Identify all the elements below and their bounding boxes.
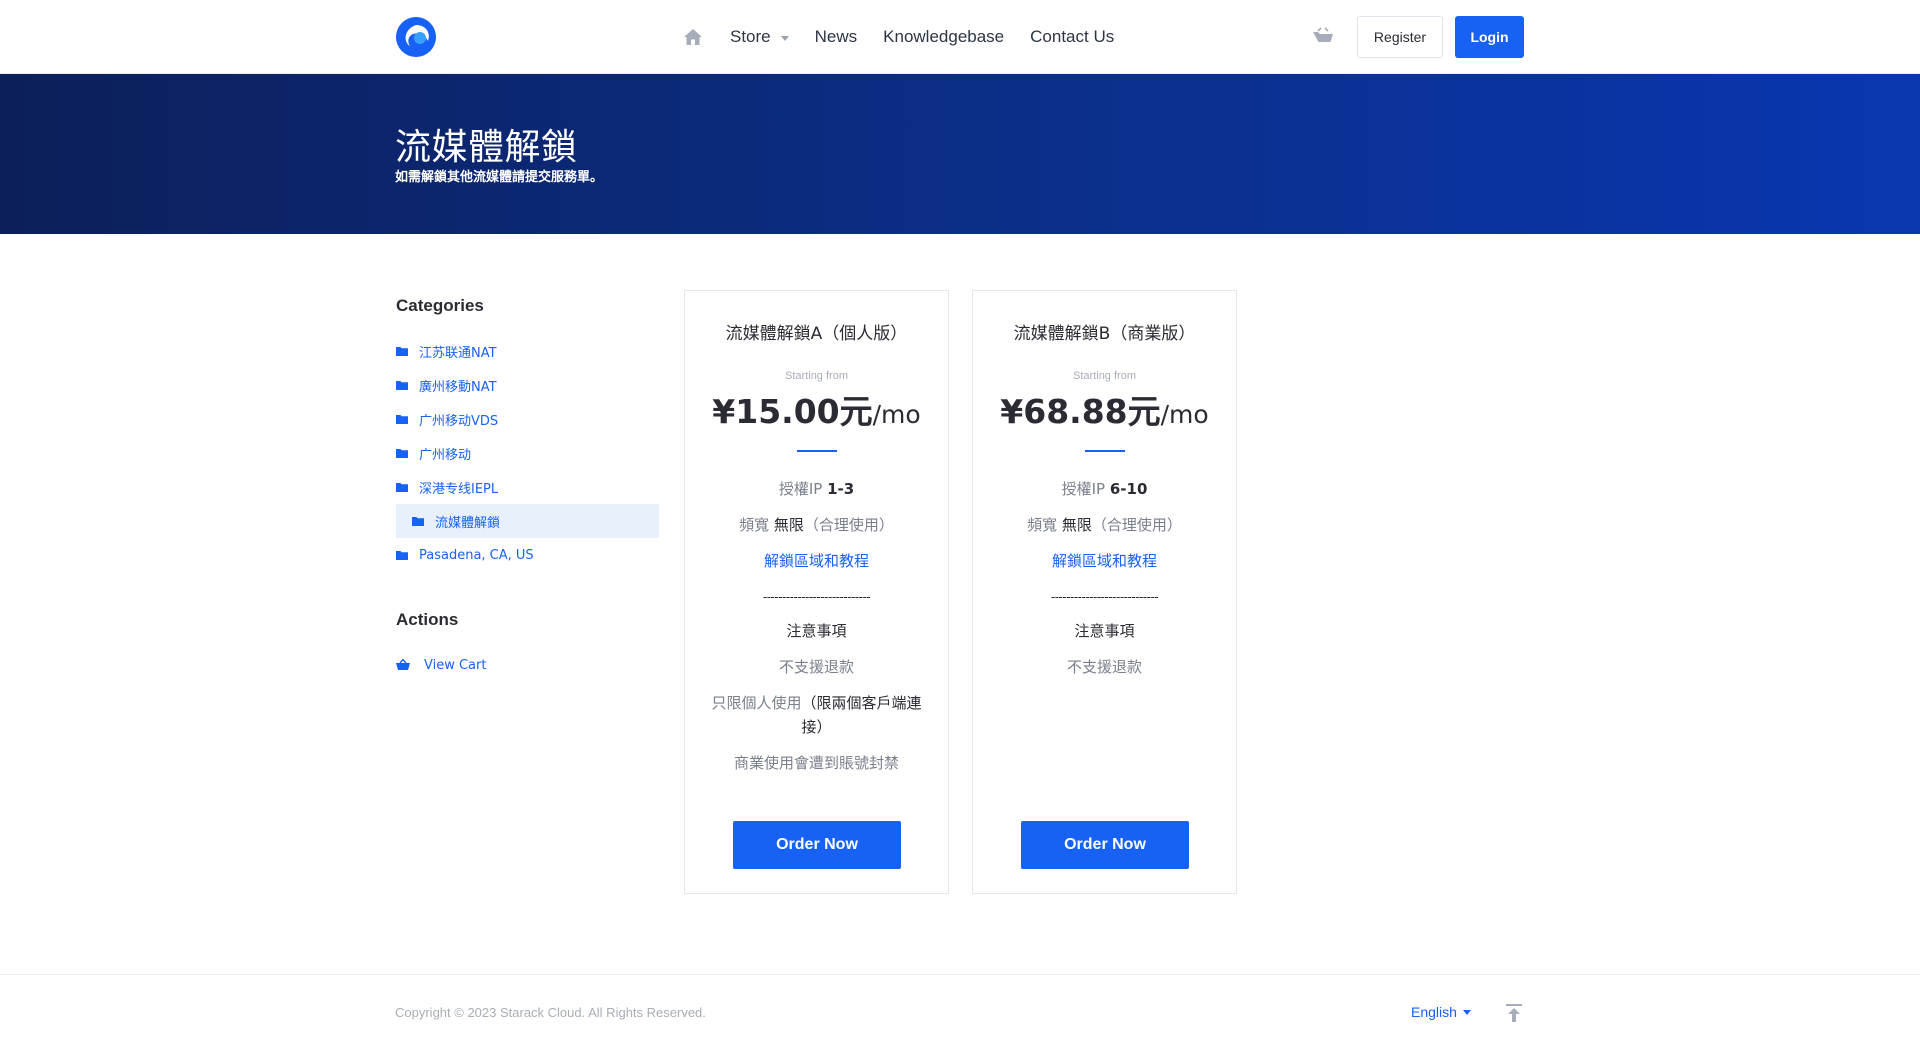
feature-bw-label: 頻寬 (1027, 516, 1058, 534)
page-banner: 流媒體解鎖 如需解鎖其他流媒體請提交服務單。 (0, 74, 1920, 234)
feature-bw-value: 無限 (1061, 516, 1092, 534)
sidebar-item-category[interactable]: 广州移动VDS (396, 402, 659, 436)
page-title: 流媒體解鎖 (395, 127, 578, 168)
folder-icon (412, 517, 424, 526)
sidebar-item-label: View Cart (424, 657, 487, 673)
starting-from-label: Starting from (785, 370, 848, 382)
note-commercial-ban: 商業使用會遭到賬號封禁 (733, 754, 899, 772)
sidebar-item-label: Pasadena, CA, US (419, 547, 534, 563)
sidebar-item-label: 广州移动VDS (419, 413, 499, 429)
region-tutorial-link[interactable]: 解鎖區域和教程 (685, 549, 948, 573)
sidebar-item-category[interactable]: 广州移动 (396, 436, 659, 470)
folder-icon (396, 551, 408, 560)
order-now-button[interactable]: Order Now (733, 821, 901, 869)
page-subtitle: 如需解鎖其他流媒體請提交服務單。 (395, 170, 604, 185)
feature-separator: ---------------------------- (1050, 590, 1159, 604)
login-button[interactable]: Login (1455, 16, 1524, 58)
language-label: English (1411, 1004, 1457, 1020)
price-cycle: /mo (872, 400, 921, 429)
chevron-down-icon (1462, 1009, 1471, 1015)
sidebar-item-label: 深港专线IEPL (419, 481, 499, 497)
actions-heading: Actions (396, 610, 459, 629)
folder-icon (396, 381, 408, 390)
nav-contact-us[interactable]: Contact Us (1030, 27, 1114, 47)
notes-heading: 注意事項 (786, 622, 847, 640)
feature-bandwidth: 頻寬 無限（合理使用） (973, 513, 1236, 537)
price-amount: ¥68.88元 (1000, 392, 1161, 431)
price-divider (1085, 450, 1125, 452)
folder-icon (396, 415, 408, 424)
register-button[interactable]: Register (1357, 16, 1443, 58)
feature-bw-value: 無限 (773, 516, 804, 534)
site-header: Store News Knowledgebase Contact Us Regi… (0, 0, 1920, 74)
notes-heading: 注意事項 (1074, 622, 1135, 640)
folder-icon (396, 449, 408, 458)
note-no-refund: 不支援退款 (778, 658, 854, 676)
note-no-refund: 不支援退款 (1066, 658, 1142, 676)
product-title: 流媒體解鎖B（商業版） (1013, 324, 1196, 344)
language-selector[interactable]: English (1411, 1004, 1471, 1020)
sidebar-item-view-cart[interactable]: View Cart (396, 648, 659, 682)
feature-ip: 授權IP 6-10 (973, 477, 1236, 501)
back-to-top-icon[interactable] (1505, 1003, 1523, 1023)
nav-store[interactable]: Store (730, 27, 789, 47)
note-personal-limit: （限兩個客戶端連接） (801, 694, 922, 736)
sidebar-item-category[interactable]: Pasadena, CA, US (396, 538, 659, 572)
site-footer: Copyright © 2023 Starack Cloud. All Righ… (0, 974, 1920, 1053)
feature-bandwidth: 頻寬 無限（合理使用） (685, 513, 948, 537)
sidebar-item-label: 流媒體解鎖 (435, 515, 501, 531)
feature-ip-label: 授權IP (1061, 480, 1106, 498)
product-card: 流媒體解鎖B（商業版） Starting from ¥68.88元/mo 授權I… (972, 290, 1237, 894)
sidebar-item-label: 廣州移動NAT (419, 379, 497, 395)
nav-news[interactable]: News (815, 27, 858, 47)
category-list: 江苏联通NAT 廣州移動NAT 广州移动VDS 广州移动 深港专线IEPL 流媒… (396, 334, 659, 572)
order-now-button[interactable]: Order Now (1021, 821, 1189, 869)
folder-icon (396, 347, 408, 356)
sidebar-item-category[interactable]: 江苏联通NAT (396, 334, 659, 368)
sidebar: Categories 江苏联通NAT 廣州移動NAT 广州移动VDS 广州移动 … (396, 296, 659, 682)
note-personal-label: 只限個人使用 (711, 694, 802, 712)
note-personal-use: 只限個人使用（限兩個客戶端連接） (685, 691, 948, 739)
price-divider (797, 450, 837, 452)
price-cycle: /mo (1160, 400, 1209, 429)
basket-icon (396, 659, 410, 670)
sidebar-item-category[interactable]: 深港专线IEPL (396, 470, 659, 504)
region-tutorial-link[interactable]: 解鎖區域和教程 (973, 549, 1236, 573)
categories-heading: Categories (396, 296, 484, 315)
product-price: ¥68.88元/mo (973, 385, 1236, 433)
folder-icon (396, 483, 408, 492)
product-card: 流媒體解鎖A（個人版） Starting from ¥15.00元/mo 授權I… (684, 290, 949, 894)
feature-bw-note: （合理使用） (803, 516, 894, 534)
feature-ip-label: 授權IP (778, 480, 823, 498)
cart-icon[interactable] (1312, 27, 1334, 47)
starting-from-label: Starting from (1073, 370, 1136, 382)
chevron-down-icon (780, 35, 789, 41)
feature-bw-note: （合理使用） (1091, 516, 1182, 534)
feature-ip-value: 6-10 (1109, 480, 1148, 498)
actions-list: View Cart (396, 648, 659, 682)
feature-bw-label: 頻寬 (739, 516, 770, 534)
product-price: ¥15.00元/mo (685, 385, 948, 433)
sidebar-item-label: 广州移动 (419, 447, 472, 463)
price-amount: ¥15.00元 (712, 392, 873, 431)
feature-list: 授權IP 6-10 頻寬 無限（合理使用） 解鎖區域和教程 ----------… (973, 477, 1236, 691)
home-icon[interactable] (682, 26, 704, 48)
sidebar-item-category[interactable]: 廣州移動NAT (396, 368, 659, 402)
feature-list: 授權IP 1-3 頻寬 無限（合理使用） 解鎖區域和教程 -----------… (685, 477, 948, 787)
sidebar-item-category-active[interactable]: 流媒體解鎖 (396, 504, 659, 538)
main-nav: Store News Knowledgebase Contact Us (682, 0, 1114, 74)
feature-ip: 授權IP 1-3 (685, 477, 948, 501)
feature-separator: ---------------------------- (762, 590, 871, 604)
copyright-text: Copyright © 2023 Starack Cloud. All Righ… (395, 1005, 706, 1020)
sidebar-item-label: 江苏联通NAT (419, 345, 497, 361)
product-title: 流媒體解鎖A（個人版） (725, 324, 908, 344)
nav-store-label: Store (730, 27, 771, 46)
brand-logo-icon[interactable] (395, 16, 437, 58)
feature-ip-value: 1-3 (827, 480, 855, 498)
nav-knowledgebase[interactable]: Knowledgebase (883, 27, 1004, 47)
